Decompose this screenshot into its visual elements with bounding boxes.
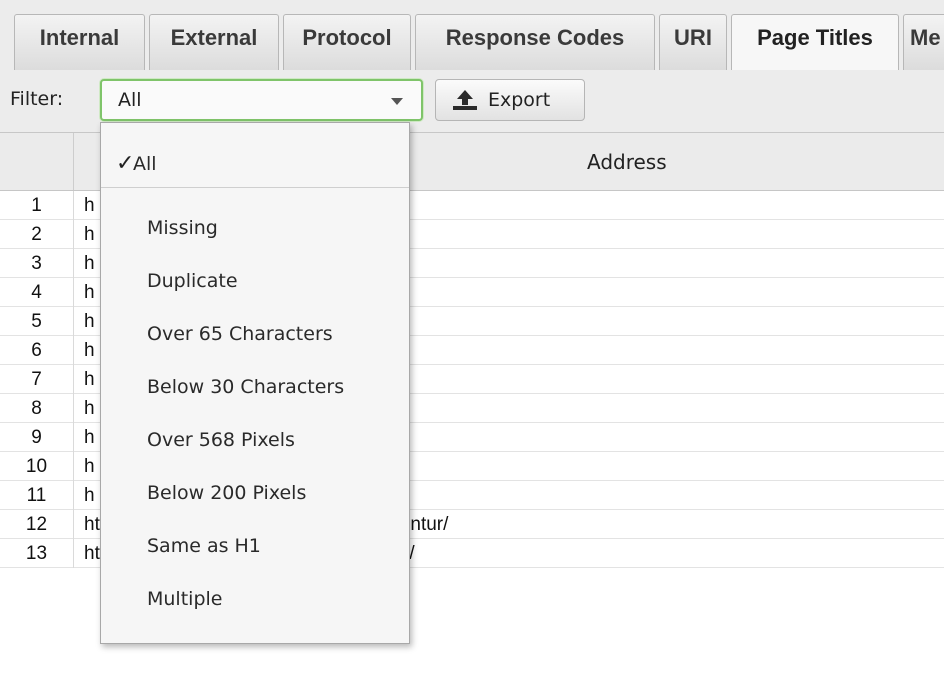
tab-page-titles[interactable]: Page Titles — [731, 14, 899, 71]
column-header-address-label: Address — [587, 150, 667, 174]
filter-option-over-568-pixels[interactable]: Over 568 Pixels — [101, 421, 409, 461]
filter-select-value: All — [118, 89, 142, 111]
row-index: 4 — [0, 278, 74, 307]
checkmark-icon: ✓ — [116, 151, 135, 176]
row-index: 12 — [0, 510, 74, 539]
row-index: 1 — [0, 191, 74, 220]
filter-option-below-200-pixels[interactable]: Below 200 Pixels — [101, 474, 409, 514]
tab-protocol[interactable]: Protocol — [283, 14, 411, 70]
tab-internal[interactable]: Internal — [14, 14, 145, 70]
filter-option-label: Same as H1 — [147, 535, 261, 557]
tab-uri[interactable]: URI — [659, 14, 727, 70]
filter-option-label: Duplicate — [147, 270, 238, 292]
filter-option-missing[interactable]: Missing — [101, 209, 409, 249]
row-index: 3 — [0, 249, 74, 278]
export-button-label: Export — [488, 89, 551, 111]
filter-option-label: Multiple — [147, 588, 223, 610]
menu-divider — [101, 187, 409, 188]
filter-option-multiple[interactable]: Multiple — [101, 580, 409, 620]
row-index: 5 — [0, 307, 74, 336]
filter-option-same-as-h1[interactable]: Same as H1 — [101, 527, 409, 567]
filter-option-label: Below 200 Pixels — [147, 482, 307, 504]
row-index: 10 — [0, 452, 74, 481]
filter-option-label: Missing — [147, 217, 218, 239]
filter-option-label: Below 30 Characters — [147, 376, 345, 398]
filter-label: Filter: — [10, 88, 64, 110]
row-index: 8 — [0, 394, 74, 423]
tab-meta-truncated[interactable]: Me — [903, 14, 944, 70]
chevron-down-icon — [391, 98, 403, 105]
tab-response-codes[interactable]: Response Codes — [415, 14, 655, 70]
row-index: 7 — [0, 365, 74, 394]
filter-select[interactable]: All — [100, 79, 423, 121]
filter-option-label: Over 568 Pixels — [147, 429, 295, 451]
filter-option-below-30-characters[interactable]: Below 30 Characters — [101, 368, 409, 408]
filter-option-all[interactable]: ✓ All — [101, 145, 409, 185]
export-button[interactable]: Export — [435, 79, 585, 121]
column-header-index[interactable] — [0, 133, 74, 190]
filter-option-label: Over 65 Characters — [147, 323, 333, 345]
tab-external[interactable]: External — [149, 14, 279, 70]
row-index: 11 — [0, 481, 74, 510]
filter-option-duplicate[interactable]: Duplicate — [101, 262, 409, 302]
row-index: 13 — [0, 539, 74, 568]
filter-dropdown-menu: ✓ All Missing Duplicate Over 65 Characte… — [100, 122, 410, 644]
row-index: 6 — [0, 336, 74, 365]
row-index: 9 — [0, 423, 74, 452]
row-index: 2 — [0, 220, 74, 249]
tab-bar: Internal External Protocol Response Code… — [0, 0, 944, 71]
filter-option-label: All — [133, 153, 157, 175]
filter-option-over-65-characters[interactable]: Over 65 Characters — [101, 315, 409, 355]
upload-icon — [453, 90, 477, 110]
